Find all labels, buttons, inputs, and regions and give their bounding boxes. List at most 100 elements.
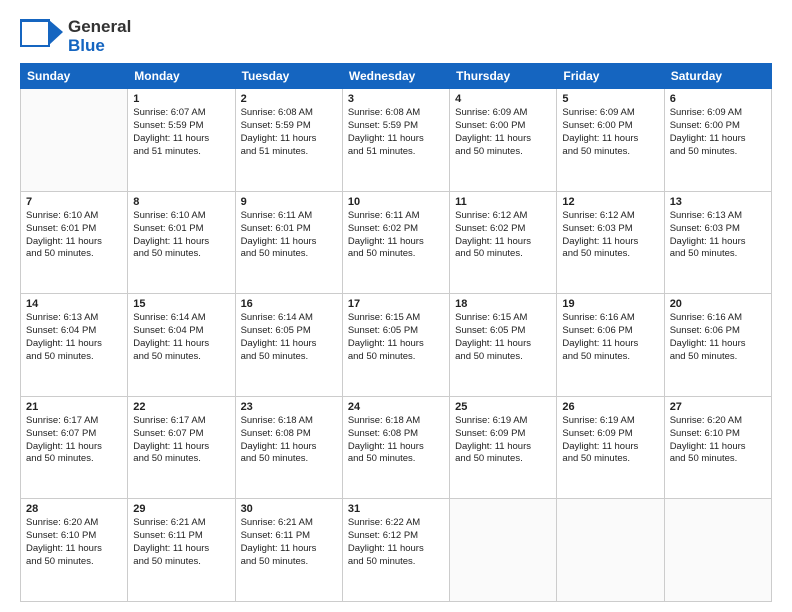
day-header-friday: Friday [557,64,664,89]
day-header-saturday: Saturday [664,64,771,89]
day-info: Sunrise: 6:18 AMSunset: 6:08 PMDaylight:… [348,415,444,466]
day-number: 15 [133,298,229,310]
day-number: 14 [26,298,122,310]
day-info: Sunrise: 6:18 AMSunset: 6:08 PMDaylight:… [241,415,337,466]
calendar-week-2: 7 Sunrise: 6:10 AMSunset: 6:01 PMDaylight… [21,191,772,294]
calendar-cell: 31 Sunrise: 6:22 AMSunset: 6:12 PMDayligh… [342,499,449,602]
day-header-wednesday: Wednesday [342,64,449,89]
day-info: Sunrise: 6:08 AMSunset: 5:59 PMDaylight:… [241,107,337,158]
calendar-cell: 24 Sunrise: 6:18 AMSunset: 6:08 PMDayligh… [342,396,449,499]
day-info: Sunrise: 6:15 AMSunset: 6:05 PMDaylight:… [455,312,551,363]
day-number: 16 [241,298,337,310]
day-number: 22 [133,401,229,413]
calendar-cell: 22 Sunrise: 6:17 AMSunset: 6:07 PMDayligh… [128,396,235,499]
day-info: Sunrise: 6:21 AMSunset: 6:11 PMDaylight:… [133,517,229,568]
day-info: Sunrise: 6:16 AMSunset: 6:06 PMDaylight:… [670,312,766,363]
calendar-cell: 12Sunrise: 6:12 AMSunset: 6:03 PMDayligh… [557,191,664,294]
day-info: Sunrise: 6:19 AMSunset: 6:09 PMDaylight:… [455,415,551,466]
day-number: 18 [455,298,551,310]
day-header-monday: Monday [128,64,235,89]
calendar-week-3: 14 Sunrise: 6:13 AMSunset: 6:04 PMDayligh… [21,294,772,397]
day-number: 25 [455,401,551,413]
calendar-cell: 8 Sunrise: 6:10 AMSunset: 6:01 PMDaylight… [128,191,235,294]
day-info: Sunrise: 6:14 AMSunset: 6:05 PMDaylight:… [241,312,337,363]
calendar-cell: 4Sunrise: 6:09 AMSunset: 6:00 PMDaylight… [450,89,557,192]
calendar-cell: 11 Sunrise: 6:12 AMSunset: 6:02 PMDayligh… [450,191,557,294]
day-info: Sunrise: 6:12 AMSunset: 6:03 PMDaylight:… [562,210,658,261]
calendar-cell: 9 Sunrise: 6:11 AMSunset: 6:01 PMDaylight… [235,191,342,294]
calendar-cell: 26Sunrise: 6:19 AMSunset: 6:09 PMDayligh… [557,396,664,499]
day-info: Sunrise: 6:13 AMSunset: 6:04 PMDaylight:… [26,312,122,363]
calendar-cell: 7 Sunrise: 6:10 AMSunset: 6:01 PMDaylight… [21,191,128,294]
day-info: Sunrise: 6:10 AMSunset: 6:01 PMDaylight:… [26,210,122,261]
calendar-cell [21,89,128,192]
calendar-week-4: 21 Sunrise: 6:17 AMSunset: 6:07 PMDayligh… [21,396,772,499]
calendar-cell: 21 Sunrise: 6:17 AMSunset: 6:07 PMDayligh… [21,396,128,499]
day-number: 8 [133,196,229,208]
calendar-cell [450,499,557,602]
day-info: Sunrise: 6:14 AMSunset: 6:04 PMDaylight:… [133,312,229,363]
calendar-cell: 10Sunrise: 6:11 AMSunset: 6:02 PMDayligh… [342,191,449,294]
day-number: 4 [455,93,551,105]
calendar-cell: 15 Sunrise: 6:14 AMSunset: 6:04 PMDayligh… [128,294,235,397]
day-header-sunday: Sunday [21,64,128,89]
calendar-cell: 14 Sunrise: 6:13 AMSunset: 6:04 PMDayligh… [21,294,128,397]
day-info: Sunrise: 6:13 AMSunset: 6:03 PMDaylight:… [670,210,766,261]
calendar-cell [664,499,771,602]
day-info: Sunrise: 6:21 AMSunset: 6:11 PMDaylight:… [241,517,337,568]
calendar-cell: 28Sunrise: 6:20 AMSunset: 6:10 PMDayligh… [21,499,128,602]
calendar-week-5: 28Sunrise: 6:20 AMSunset: 6:10 PMDayligh… [21,499,772,602]
calendar-cell: 30Sunrise: 6:21 AMSunset: 6:11 PMDayligh… [235,499,342,602]
day-info: Sunrise: 6:07 AMSunset: 5:59 PMDaylight:… [133,107,229,158]
day-number: 17 [348,298,444,310]
day-number: 9 [241,196,337,208]
day-number: 1 [133,93,229,105]
header: General Blue [20,18,772,55]
day-number: 13 [670,196,766,208]
calendar-cell: 2 Sunrise: 6:08 AMSunset: 5:59 PMDaylight… [235,89,342,192]
logo-general-text: General [68,18,131,37]
calendar-week-1: 1 Sunrise: 6:07 AMSunset: 5:59 PMDaylight… [21,89,772,192]
day-info: Sunrise: 6:22 AMSunset: 6:12 PMDaylight:… [348,517,444,568]
day-number: 24 [348,401,444,413]
calendar-cell: 27Sunrise: 6:20 AMSunset: 6:10 PMDayligh… [664,396,771,499]
day-info: Sunrise: 6:15 AMSunset: 6:05 PMDaylight:… [348,312,444,363]
day-number: 7 [26,196,122,208]
day-header-thursday: Thursday [450,64,557,89]
day-number: 28 [26,503,122,515]
day-number: 23 [241,401,337,413]
calendar-cell: 3Sunrise: 6:08 AMSunset: 5:59 PMDaylight… [342,89,449,192]
day-info: Sunrise: 6:10 AMSunset: 6:01 PMDaylight:… [133,210,229,261]
day-number: 19 [562,298,658,310]
day-info: Sunrise: 6:12 AMSunset: 6:02 PMDaylight:… [455,210,551,261]
calendar-cell: 13 Sunrise: 6:13 AMSunset: 6:03 PMDayligh… [664,191,771,294]
calendar-cell: 25 Sunrise: 6:19 AMSunset: 6:09 PMDayligh… [450,396,557,499]
day-number: 21 [26,401,122,413]
day-number: 11 [455,196,551,208]
calendar-table: SundayMondayTuesdayWednesdayThursdayFrid… [20,63,772,602]
day-number: 2 [241,93,337,105]
day-header-tuesday: Tuesday [235,64,342,89]
day-info: Sunrise: 6:19 AMSunset: 6:09 PMDaylight:… [562,415,658,466]
logo: General Blue [20,18,131,55]
day-number: 6 [670,93,766,105]
calendar-cell: 6 Sunrise: 6:09 AMSunset: 6:00 PMDaylight… [664,89,771,192]
calendar-cell: 29 Sunrise: 6:21 AMSunset: 6:11 PMDayligh… [128,499,235,602]
day-number: 3 [348,93,444,105]
day-info: Sunrise: 6:17 AMSunset: 6:07 PMDaylight:… [133,415,229,466]
day-info: Sunrise: 6:09 AMSunset: 6:00 PMDaylight:… [562,107,658,158]
day-info: Sunrise: 6:20 AMSunset: 6:10 PMDaylight:… [670,415,766,466]
logo-blue-text: Blue [68,37,131,56]
calendar-cell [557,499,664,602]
day-info: Sunrise: 6:11 AMSunset: 6:01 PMDaylight:… [241,210,337,261]
day-info: Sunrise: 6:17 AMSunset: 6:07 PMDaylight:… [26,415,122,466]
day-number: 29 [133,503,229,515]
day-number: 31 [348,503,444,515]
logo: General Blue [20,18,131,55]
calendar-cell: 19Sunrise: 6:16 AMSunset: 6:06 PMDayligh… [557,294,664,397]
page: General Blue SundayMondayTuesdayWednesda… [0,0,792,612]
calendar-cell: 20Sunrise: 6:16 AMSunset: 6:06 PMDayligh… [664,294,771,397]
calendar-cell: 5Sunrise: 6:09 AMSunset: 6:00 PMDaylight… [557,89,664,192]
calendar-cell: 16 Sunrise: 6:14 AMSunset: 6:05 PMDayligh… [235,294,342,397]
day-info: Sunrise: 6:09 AMSunset: 6:00 PMDaylight:… [670,107,766,158]
